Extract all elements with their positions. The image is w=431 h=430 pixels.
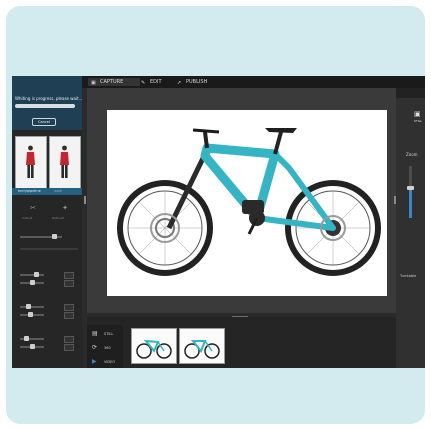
value-field[interactable] (64, 312, 74, 319)
tab-capture-label: CAPTURE (100, 79, 124, 85)
filmstrip-frame-1[interactable] (131, 328, 177, 364)
rotate-icon: ⟳ (92, 344, 98, 351)
turntable-label: Turntable (400, 274, 417, 278)
video-icon: ▶ (92, 358, 97, 365)
filmstrip-item-label: VIDEO (104, 360, 116, 364)
selection-label-2: walk (54, 189, 63, 193)
tab-publish[interactable]: ➚ PUBLISH (174, 78, 226, 86)
progress-text: Whiting is progress, please wait... (15, 96, 83, 101)
filmstrip-frame-2[interactable] (179, 328, 225, 364)
zoom-slider-fill (409, 188, 412, 218)
camera-icon: ▣ (91, 80, 96, 86)
magic-icon[interactable]: ✦ (58, 204, 72, 214)
tool-label-retouch: Retouch (52, 216, 65, 220)
thumbnail-2[interactable] (49, 136, 81, 190)
filmstrip-item-label: STILL (104, 332, 114, 336)
tool-label-cutout: Cutout (22, 216, 33, 220)
slider-track[interactable] (20, 306, 44, 308)
app-window: Whiting is progress, please wait... Canc… (12, 76, 425, 368)
bike-thumbnail-icon (184, 340, 220, 359)
cancel-button[interactable]: Cancel (32, 118, 56, 126)
zoom-slider-knob[interactable] (407, 186, 414, 190)
filmstrip-item-video[interactable]: ▶ VIDEO (92, 358, 116, 365)
scissors-icon[interactable]: ✂ (26, 204, 40, 214)
tab-edit-label: EDIT (150, 79, 162, 85)
still-label: STILL (414, 119, 422, 123)
slider-knob[interactable] (34, 272, 39, 277)
model-figure-icon (60, 145, 69, 178)
filmstrip-item-360[interactable]: ⟳ 360 (92, 344, 111, 351)
slider-track[interactable] (20, 274, 44, 276)
tab-publish-label: PUBLISH (186, 79, 208, 85)
top-tab-bar: ▣ CAPTURE ✎ EDIT ➚ PUBLISH (82, 76, 425, 88)
image-icon: ▤ (92, 330, 98, 337)
value-field[interactable] (64, 304, 74, 311)
filmstrip-item-label: 360 (104, 346, 111, 350)
model-figure-icon (26, 145, 35, 178)
value-field[interactable] (64, 344, 74, 351)
thumbnail-1[interactable] (15, 136, 47, 190)
tab-capture[interactable]: ▣ CAPTURE (88, 78, 140, 86)
bike-thumbnail-icon (136, 339, 172, 359)
value-field[interactable] (64, 272, 74, 279)
slider-knob[interactable] (30, 280, 35, 285)
filmstrip-item-still[interactable]: ▤ STILL (92, 330, 114, 337)
collapse-left-handle[interactable] (84, 196, 86, 204)
image-canvas[interactable] (87, 88, 396, 313)
left-panel: Whiting is progress, please wait... Canc… (12, 76, 83, 368)
collapse-right-handle[interactable] (394, 196, 396, 204)
publish-icon: ➚ (177, 80, 182, 86)
right-panel: ▣ STILL Zoom Turntable (396, 88, 425, 368)
mountain-bike-image (117, 128, 381, 276)
slider-knob[interactable] (30, 344, 35, 349)
value-field[interactable] (64, 280, 74, 287)
right-panel-header (396, 88, 425, 98)
slider-knob[interactable] (24, 336, 29, 341)
card-background: Whiting is progress, please wait... Canc… (6, 6, 425, 424)
image-icon[interactable]: ▣ (414, 110, 421, 118)
product-image (107, 110, 387, 296)
slider-knob[interactable] (26, 304, 31, 309)
selection-label: tech/pipeline (18, 189, 41, 193)
slider-knob[interactable] (28, 312, 33, 317)
edit-icon: ✎ (141, 80, 146, 86)
zoom-label: Zoom (406, 152, 418, 157)
value-field[interactable] (64, 336, 74, 343)
slider-knob[interactable] (52, 234, 57, 239)
divider (20, 248, 78, 250)
progress-bar (15, 104, 75, 108)
